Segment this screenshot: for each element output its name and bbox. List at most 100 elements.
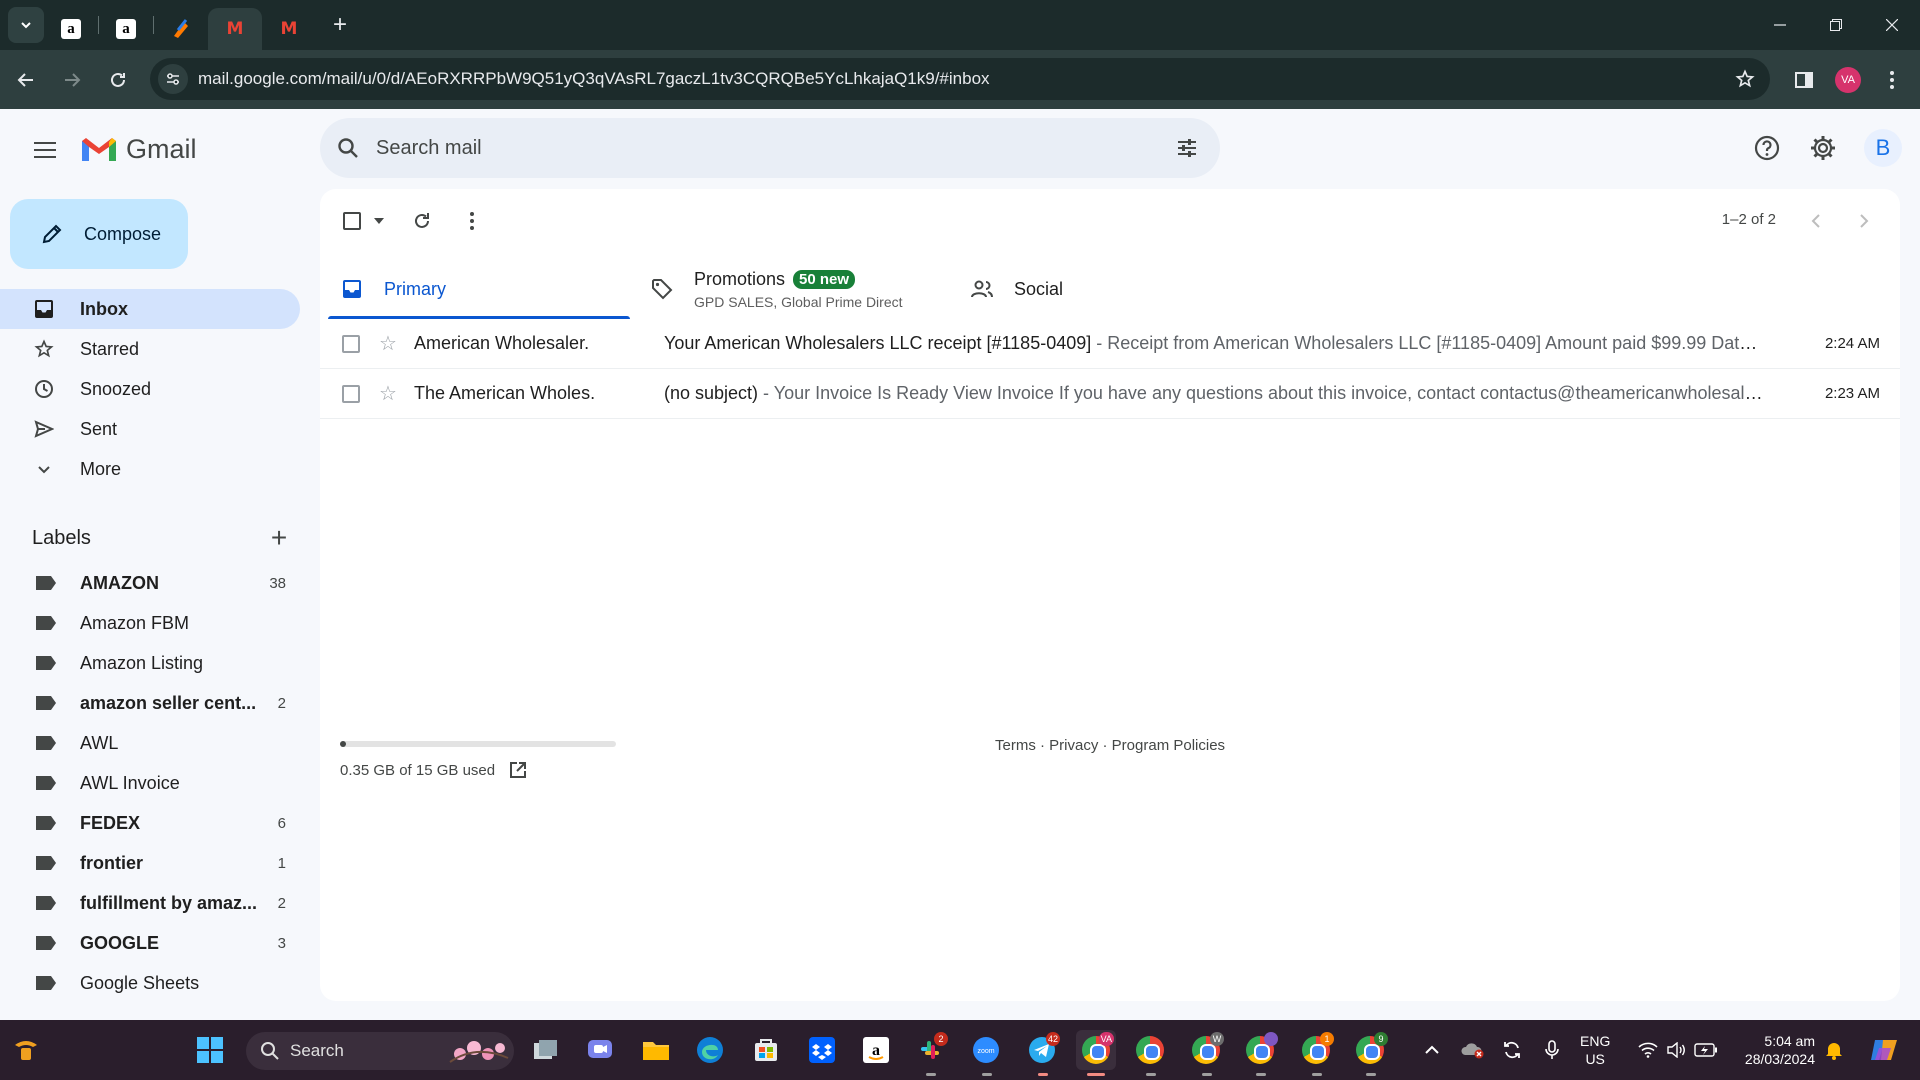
sync-button[interactable]	[1500, 1038, 1524, 1062]
nav-item-sent[interactable]: Sent	[0, 409, 300, 449]
taskbar-zoom[interactable]: zoom	[966, 1030, 1006, 1076]
star-icon[interactable]: ☆	[376, 331, 400, 356]
search-input[interactable]: Search mail	[376, 137, 482, 160]
tab-promotions[interactable]: Promotions 50 new GPD SALES, Global Prim…	[630, 259, 950, 319]
nav-item-more[interactable]: More	[0, 449, 300, 489]
bookmark-button[interactable]	[1730, 64, 1760, 94]
browser-menu-button[interactable]	[1870, 58, 1914, 102]
settings-button[interactable]	[1803, 128, 1843, 168]
widgets-button[interactable]	[6, 1030, 46, 1070]
promotions-senders: GPD SALES, Global Prime Direct	[694, 293, 903, 310]
label-item[interactable]: Amazon FBM	[0, 603, 300, 643]
footer-links[interactable]: Terms · Privacy · Program Policies	[995, 737, 1225, 754]
address-bar[interactable]: mail.google.com/mail/u/0/d/AEoRXRRPbW9Q5…	[150, 58, 1770, 100]
restore-button[interactable]	[1808, 0, 1864, 50]
taskbar-chrome-2[interactable]	[1130, 1030, 1170, 1076]
nav-item-inbox[interactable]: Inbox	[0, 289, 300, 329]
help-button[interactable]	[1747, 128, 1787, 168]
chat-icon	[588, 1040, 612, 1058]
tab-social[interactable]: Social	[950, 259, 1260, 319]
browser-tab-amazon-2[interactable]: a	[99, 8, 153, 50]
label-item[interactable]: AMAZON 38	[0, 563, 300, 603]
taskbar-edge[interactable]	[690, 1030, 730, 1070]
side-panel-button[interactable]	[1782, 58, 1826, 102]
taskbar-teams[interactable]	[580, 1030, 620, 1070]
wifi-button[interactable]	[1636, 1038, 1660, 1062]
volume-button[interactable]	[1664, 1038, 1688, 1062]
row-checkbox[interactable]	[342, 384, 360, 403]
taskbar-slack[interactable]: 2	[910, 1030, 950, 1076]
start-button[interactable]	[190, 1030, 230, 1070]
forward-button[interactable]	[52, 60, 92, 100]
taskbar-store[interactable]	[746, 1030, 786, 1070]
label-item[interactable]: frontier 1	[0, 843, 300, 883]
label-item[interactable]: fulfillment by amaz... 2	[0, 883, 300, 923]
microphone-button[interactable]	[1540, 1038, 1564, 1062]
email-row[interactable]: ☆ American Wholesaler. Your American Who…	[320, 319, 1900, 369]
more-actions-button[interactable]	[452, 201, 492, 241]
nav-item-snoozed[interactable]: Snoozed	[0, 369, 300, 409]
reload-button[interactable]	[98, 60, 138, 100]
label-name: AWL	[80, 732, 119, 753]
label-item[interactable]: GOOGLE 3	[0, 923, 300, 963]
onedrive-button[interactable]	[1460, 1038, 1484, 1062]
refresh-button[interactable]	[402, 201, 442, 241]
taskbar-chrome-4[interactable]	[1240, 1030, 1280, 1076]
running-indicator	[1038, 1073, 1048, 1076]
input-language[interactable]: ENG US	[1580, 1032, 1610, 1068]
task-view-button[interactable]	[526, 1030, 566, 1070]
search-mail-bar[interactable]: Search mail	[320, 118, 1220, 178]
gmail-logo[interactable]: Gmail	[80, 131, 197, 167]
taskbar-chrome-active[interactable]: VA	[1076, 1030, 1116, 1076]
nav-item-starred[interactable]: Starred	[0, 329, 300, 369]
search-options-icon[interactable]	[1172, 133, 1202, 163]
select-dropdown-button[interactable]	[370, 201, 388, 241]
label-item[interactable]: AWL	[0, 723, 300, 763]
profile-button[interactable]: VA	[1826, 58, 1870, 102]
taskbar-search[interactable]: Search	[246, 1032, 514, 1070]
taskbar-chrome-3[interactable]: W	[1186, 1030, 1226, 1076]
copilot-button[interactable]	[1866, 1038, 1902, 1062]
tab-primary[interactable]: Primary	[320, 259, 630, 319]
email-row[interactable]: ☆ The American Wholes. (no subject) - Yo…	[320, 369, 1900, 419]
label-item[interactable]: AWL Invoice	[0, 763, 300, 803]
system-clock[interactable]: 5:04 am 28/03/2024	[1735, 1032, 1815, 1068]
label-item[interactable]: Amazon Listing	[0, 643, 300, 683]
new-tab-button[interactable]: +	[322, 7, 358, 43]
browser-tab-gmail-active[interactable]: M	[208, 8, 262, 50]
label-item[interactable]: Google Sheets	[0, 963, 300, 1003]
taskbar-chrome-5[interactable]: 1	[1296, 1030, 1336, 1076]
show-hidden-icons-button[interactable]	[1420, 1038, 1444, 1062]
label-item[interactable]: amazon seller cent... 2	[0, 683, 300, 723]
label-item[interactable]: FEDEX 6	[0, 803, 300, 843]
browser-tab-app[interactable]	[154, 8, 208, 50]
close-window-button[interactable]	[1864, 0, 1920, 50]
account-avatar[interactable]: B	[1864, 129, 1902, 167]
labels-header: Labels +	[32, 522, 294, 554]
compose-button[interactable]: Compose	[10, 199, 188, 269]
site-info-button[interactable]	[158, 64, 188, 94]
taskbar-dropbox[interactable]	[802, 1030, 842, 1070]
taskbar-chrome-6[interactable]: 9	[1350, 1030, 1390, 1076]
row-checkbox[interactable]	[342, 334, 360, 353]
main-menu-button[interactable]	[28, 133, 62, 167]
add-label-button[interactable]: +	[264, 522, 294, 554]
browser-tab-gmail-2[interactable]: M	[262, 8, 316, 50]
tab-search-button[interactable]	[8, 7, 44, 43]
label-list: AMAZON 38 Amazon FBM Amazon Listing amazo…	[0, 563, 300, 1003]
older-button[interactable]	[1844, 203, 1884, 239]
newer-button[interactable]	[1796, 203, 1836, 239]
search-icon[interactable]	[320, 118, 376, 178]
select-all-checkbox[interactable]	[334, 201, 370, 241]
notifications-button[interactable]	[1822, 1038, 1846, 1062]
taskbar-amazon[interactable]: a	[856, 1030, 896, 1070]
minimize-button[interactable]	[1752, 0, 1808, 50]
browser-tab-amazon-1[interactable]: a	[44, 8, 98, 50]
external-link-icon[interactable]	[509, 761, 527, 779]
copilot-icon	[1871, 1040, 1897, 1060]
star-icon[interactable]: ☆	[376, 381, 400, 406]
back-button[interactable]	[6, 60, 46, 100]
taskbar-file-explorer[interactable]	[636, 1030, 676, 1070]
taskbar-telegram[interactable]: 42	[1022, 1030, 1062, 1076]
battery-button[interactable]	[1694, 1038, 1718, 1062]
